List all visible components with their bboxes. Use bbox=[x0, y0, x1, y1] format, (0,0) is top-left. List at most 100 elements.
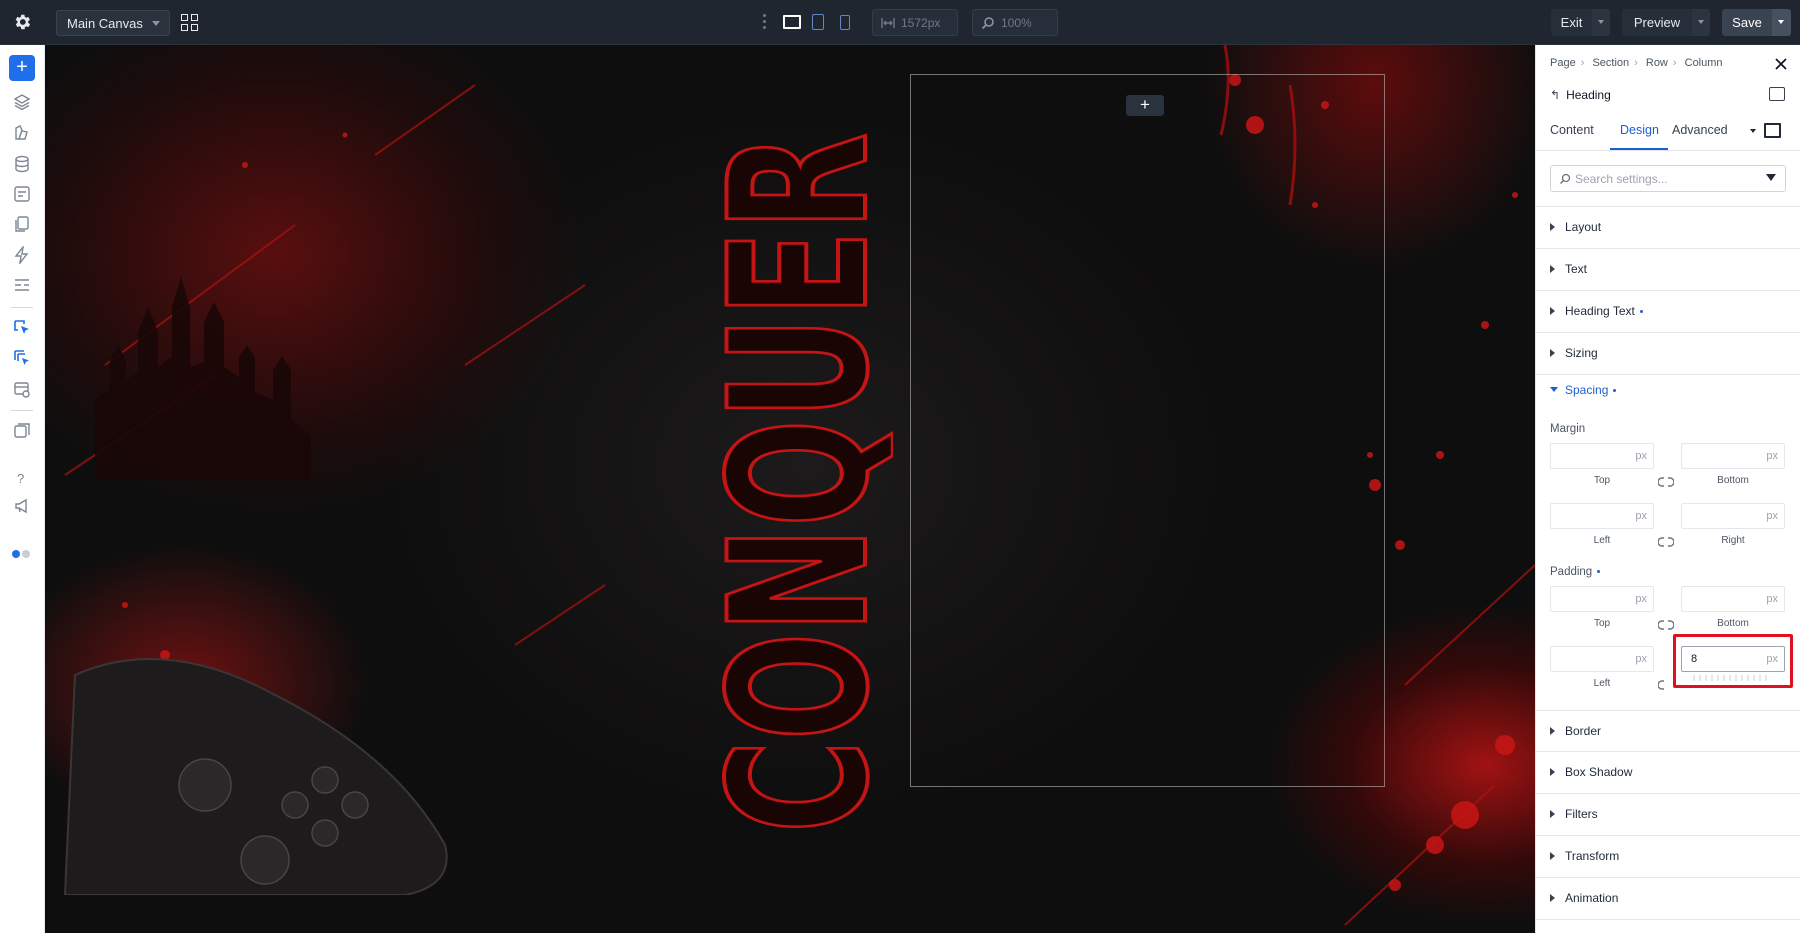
search-placeholder: Search settings... bbox=[1575, 172, 1668, 186]
unit-label: px bbox=[1635, 450, 1647, 462]
active-tab-indicator bbox=[1610, 148, 1668, 150]
more-options-icon[interactable] bbox=[763, 14, 767, 31]
section-label: Text bbox=[1565, 262, 1588, 276]
search-settings-input[interactable]: Search settings... bbox=[1550, 165, 1786, 192]
save-button[interactable]: Save bbox=[1722, 9, 1772, 36]
section-spacing[interactable]: Spacing bbox=[1536, 377, 1800, 405]
mobile-view-icon[interactable] bbox=[840, 15, 850, 30]
margin-bottom-caption: Bottom bbox=[1717, 475, 1749, 486]
section-label: Sizing bbox=[1565, 346, 1598, 360]
pages-icon[interactable] bbox=[13, 215, 31, 233]
margin-label: Margin bbox=[1550, 423, 1586, 435]
margin-top-input[interactable]: px bbox=[1550, 443, 1654, 469]
theme-builder-icon[interactable] bbox=[13, 381, 31, 399]
breadcrumb-row[interactable]: Row bbox=[1646, 57, 1668, 69]
rail-divider bbox=[11, 307, 33, 308]
padding-left-input[interactable]: px bbox=[1550, 646, 1654, 672]
announcements-icon[interactable] bbox=[13, 497, 31, 515]
section-box-shadow[interactable]: Box Shadow bbox=[1536, 752, 1800, 794]
column-add-button[interactable]: + bbox=[1126, 95, 1164, 116]
unit-label: px bbox=[1766, 450, 1778, 462]
tab-content[interactable]: Content bbox=[1550, 123, 1594, 137]
filter-icon[interactable] bbox=[1766, 174, 1776, 181]
margin-bottom-input[interactable]: px bbox=[1681, 443, 1785, 469]
chevron-right-icon bbox=[1550, 768, 1555, 776]
layers-icon[interactable] bbox=[13, 93, 31, 111]
search-icon bbox=[1560, 173, 1571, 184]
padding-top-input[interactable]: px bbox=[1550, 586, 1654, 612]
status-indicator-icon bbox=[12, 545, 34, 558]
section-animation[interactable]: Animation bbox=[1536, 878, 1800, 920]
top-toolbar: Main Canvas 1572px 100% Exit Preview Sav… bbox=[0, 0, 1800, 45]
breadcrumb-page[interactable]: Page bbox=[1550, 57, 1576, 69]
save-dropdown-button[interactable] bbox=[1772, 9, 1791, 36]
tab-design[interactable]: Design bbox=[1620, 123, 1659, 137]
chevron-down-icon bbox=[1550, 387, 1558, 392]
column-outline[interactable] bbox=[910, 74, 1385, 787]
section-label: Border bbox=[1565, 724, 1602, 738]
link-values-icon[interactable] bbox=[1658, 680, 1674, 690]
heading-text[interactable]: CONQUER bbox=[693, 123, 893, 833]
section-layout[interactable]: Layout bbox=[1536, 207, 1800, 249]
grid-view-icon[interactable] bbox=[181, 14, 198, 31]
chevron-right-icon bbox=[1550, 727, 1555, 735]
add-element-button[interactable]: + bbox=[9, 55, 35, 81]
unit-label: px bbox=[1635, 510, 1647, 522]
canvas-width-input[interactable]: 1572px bbox=[872, 9, 958, 36]
back-arrow-icon[interactable]: ↰ bbox=[1550, 88, 1560, 102]
builder-canvas[interactable]: CONQUER + bbox=[45, 45, 1535, 933]
chevron-right-icon bbox=[1550, 810, 1555, 818]
close-icon[interactable] bbox=[1774, 57, 1788, 71]
desktop-view-icon[interactable] bbox=[783, 15, 801, 29]
margin-right-input[interactable]: px bbox=[1681, 503, 1785, 529]
exit-dropdown-button[interactable] bbox=[1592, 9, 1610, 36]
section-filters[interactable]: Filters bbox=[1536, 794, 1800, 836]
forms-icon[interactable] bbox=[13, 185, 31, 203]
chevron-down-icon bbox=[1698, 20, 1704, 24]
interactions-icon[interactable] bbox=[13, 246, 31, 264]
modified-dot bbox=[1597, 570, 1601, 574]
section-label: Heading Text bbox=[1565, 304, 1643, 318]
link-values-icon[interactable] bbox=[1658, 477, 1674, 487]
section-heading-text[interactable]: Heading Text bbox=[1536, 291, 1800, 333]
breadcrumb-section[interactable]: Section bbox=[1592, 57, 1629, 69]
modified-dot bbox=[1613, 389, 1617, 393]
templates-icon[interactable] bbox=[13, 276, 31, 294]
exit-button[interactable]: Exit bbox=[1551, 9, 1592, 36]
section-sizing[interactable]: Sizing bbox=[1536, 333, 1800, 375]
padding-bottom-input[interactable]: px bbox=[1681, 586, 1785, 612]
state-toggle-icon[interactable] bbox=[1764, 123, 1781, 138]
styles-icon[interactable] bbox=[13, 124, 31, 142]
revisions-icon[interactable] bbox=[13, 422, 31, 440]
chevron-right-icon bbox=[1550, 349, 1555, 357]
heading-text-content: CONQUER bbox=[693, 133, 893, 833]
settings-gear-icon[interactable] bbox=[12, 12, 32, 32]
zoom-input[interactable]: 100% bbox=[972, 9, 1058, 36]
canvas-select[interactable]: Main Canvas bbox=[56, 10, 170, 36]
tab-advanced[interactable]: Advanced bbox=[1672, 123, 1728, 137]
link-values-icon[interactable] bbox=[1658, 620, 1674, 630]
unit-label: px bbox=[1766, 510, 1778, 522]
margin-right-caption: Right bbox=[1721, 535, 1745, 546]
section-border[interactable]: Border bbox=[1536, 710, 1800, 752]
breadcrumb-column[interactable]: Column bbox=[1685, 57, 1723, 69]
link-values-icon[interactable] bbox=[1658, 537, 1674, 547]
padding-bottom-caption: Bottom bbox=[1717, 618, 1749, 629]
select-element-icon[interactable] bbox=[13, 319, 31, 337]
tablet-view-icon[interactable] bbox=[812, 14, 824, 30]
select-multiple-icon[interactable] bbox=[13, 349, 31, 367]
help-icon[interactable]: ? bbox=[17, 471, 24, 486]
section-label: Filters bbox=[1565, 807, 1598, 821]
preview-dropdown-button[interactable] bbox=[1692, 9, 1710, 36]
element-settings-toggle-icon[interactable] bbox=[1769, 87, 1785, 101]
preview-button[interactable]: Preview bbox=[1622, 9, 1692, 36]
canvas-width-value: 1572px bbox=[901, 16, 941, 30]
section-text[interactable]: Text bbox=[1536, 249, 1800, 291]
section-label: Transform bbox=[1565, 849, 1620, 863]
database-icon[interactable] bbox=[13, 155, 31, 173]
section-transform[interactable]: Transform bbox=[1536, 836, 1800, 878]
canvas-select-value: Main Canvas bbox=[67, 16, 143, 31]
margin-left-input[interactable]: px bbox=[1550, 503, 1654, 529]
zoom-value: 100% bbox=[1001, 16, 1032, 30]
tab-more-chevron-icon[interactable] bbox=[1750, 129, 1756, 133]
